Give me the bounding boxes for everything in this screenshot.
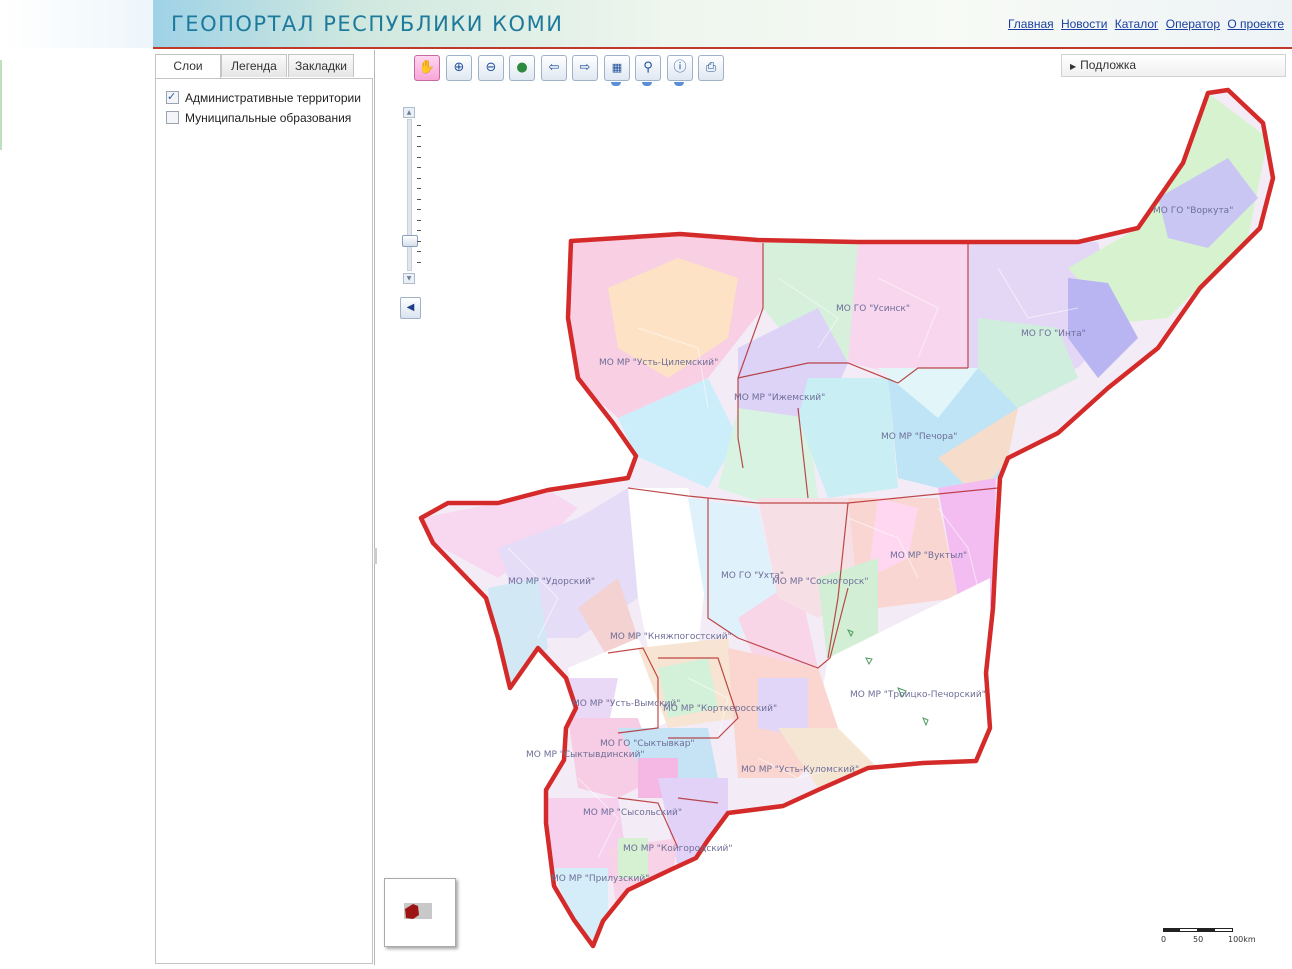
region-label-syktyvkar: МО ГО "Сыктывкар" <box>600 739 695 749</box>
komi-map-svg: МО ГО "Воркута" МО ГО "Усинск" МО ГО "Ин… <box>378 78 1292 965</box>
layer-item-admin[interactable]: Административные территории <box>166 89 361 106</box>
region-label-ust-tsilemsky: МО МР "Усть-Цилемский" <box>599 358 718 368</box>
layer-admin-checkbox[interactable] <box>166 89 179 105</box>
tab-layers[interactable]: Слои <box>155 54 221 79</box>
nav-about-link[interactable]: О проекте <box>1227 17 1284 31</box>
region-label-ust-kulomsky: МО МР "Усть-Куломский" <box>741 765 859 775</box>
layer-item-municipal[interactable]: Муниципальные образования <box>166 110 351 126</box>
top-nav: Главная Новости Каталог Оператор О проек… <box>1004 17 1284 31</box>
layer-admin-label: Административные территории <box>185 91 361 105</box>
nav-operator-link[interactable]: Оператор <box>1166 17 1220 31</box>
portal-title: ГЕОПОРТАЛ РЕСПУБЛИКИ КОМИ <box>171 12 564 36</box>
region-label-vorkuta: МО ГО "Воркута" <box>1153 206 1233 216</box>
scale-label-0: 0 <box>1161 935 1167 944</box>
region-label-sosnogorsk: МО МР "Сосногорск" <box>772 577 869 587</box>
region-label-knyazhpogostsky: МО МР "Княжпогостский" <box>610 632 732 642</box>
nav-catalog-link[interactable]: Каталог <box>1115 17 1159 31</box>
map-canvas[interactable]: МО ГО "Воркута" МО ГО "Усинск" МО ГО "Ин… <box>378 78 1292 965</box>
left-strip <box>0 0 153 965</box>
region-label-izhemsky: МО МР "Ижемский" <box>734 393 825 403</box>
region-label-troitsko-pechorsky: МО МР "Троицко-Печорский" <box>850 690 986 700</box>
region-label-pechora: МО МР "Печора" <box>881 432 957 442</box>
region-label-vuktyl: МО МР "Вуктыл" <box>890 551 967 561</box>
region-label-priluzsky: МО МР "Прилузский" <box>551 874 649 884</box>
layers-tab-body: Административные территории Муниципальны… <box>155 78 373 964</box>
left-strip-gradient <box>0 0 153 48</box>
region-label-udorsky: МО МР "Удорский" <box>508 577 595 587</box>
region-label-kortkerossky: МО МР "Корткеросский" <box>663 704 777 714</box>
layer-municipal-label: Муниципальные образования <box>185 111 352 125</box>
scale-label-100: 100km <box>1228 935 1256 944</box>
basemap-label: Подложка <box>1080 58 1137 72</box>
nav-news-link[interactable]: Новости <box>1061 17 1107 31</box>
basemap-selector[interactable]: ▶ Подложка <box>1061 54 1286 77</box>
overview-map[interactable] <box>384 878 456 947</box>
scale-bar-graphic <box>1163 928 1233 932</box>
panel-tabs: Слои Легенда Закладки <box>153 54 374 79</box>
left-strip-mark <box>0 60 2 150</box>
tab-legend[interactable]: Легенда <box>221 54 287 77</box>
expand-triangle-icon: ▶ <box>1070 62 1077 71</box>
region-label-syktyvdinsky: МО МР "Сыктывдинский" <box>526 750 645 760</box>
scale-bar: 0 50 100km <box>1160 925 1270 950</box>
region-label-koygorodsky: МО МР "Койгородский" <box>623 844 733 854</box>
header-banner: ГЕОПОРТАЛ РЕСПУБЛИКИ КОМИ Главная Новост… <box>153 0 1292 49</box>
scale-label-50: 50 <box>1193 935 1204 944</box>
layer-municipal-checkbox[interactable] <box>166 111 179 124</box>
tab-bookmarks[interactable]: Закладки <box>288 54 354 77</box>
nav-home-link[interactable]: Главная <box>1008 17 1054 31</box>
region-label-sysolsky: МО МР "Сысольский" <box>583 808 682 818</box>
region-label-usinsk: МО ГО "Усинск" <box>836 304 910 314</box>
panel-splitter[interactable] <box>374 548 377 564</box>
region-label-inta: МО ГО "Инта" <box>1021 329 1086 339</box>
layers-panel: Слои Легенда Закладки Административные т… <box>153 50 375 965</box>
overview-thumbnail-icon <box>404 903 432 919</box>
